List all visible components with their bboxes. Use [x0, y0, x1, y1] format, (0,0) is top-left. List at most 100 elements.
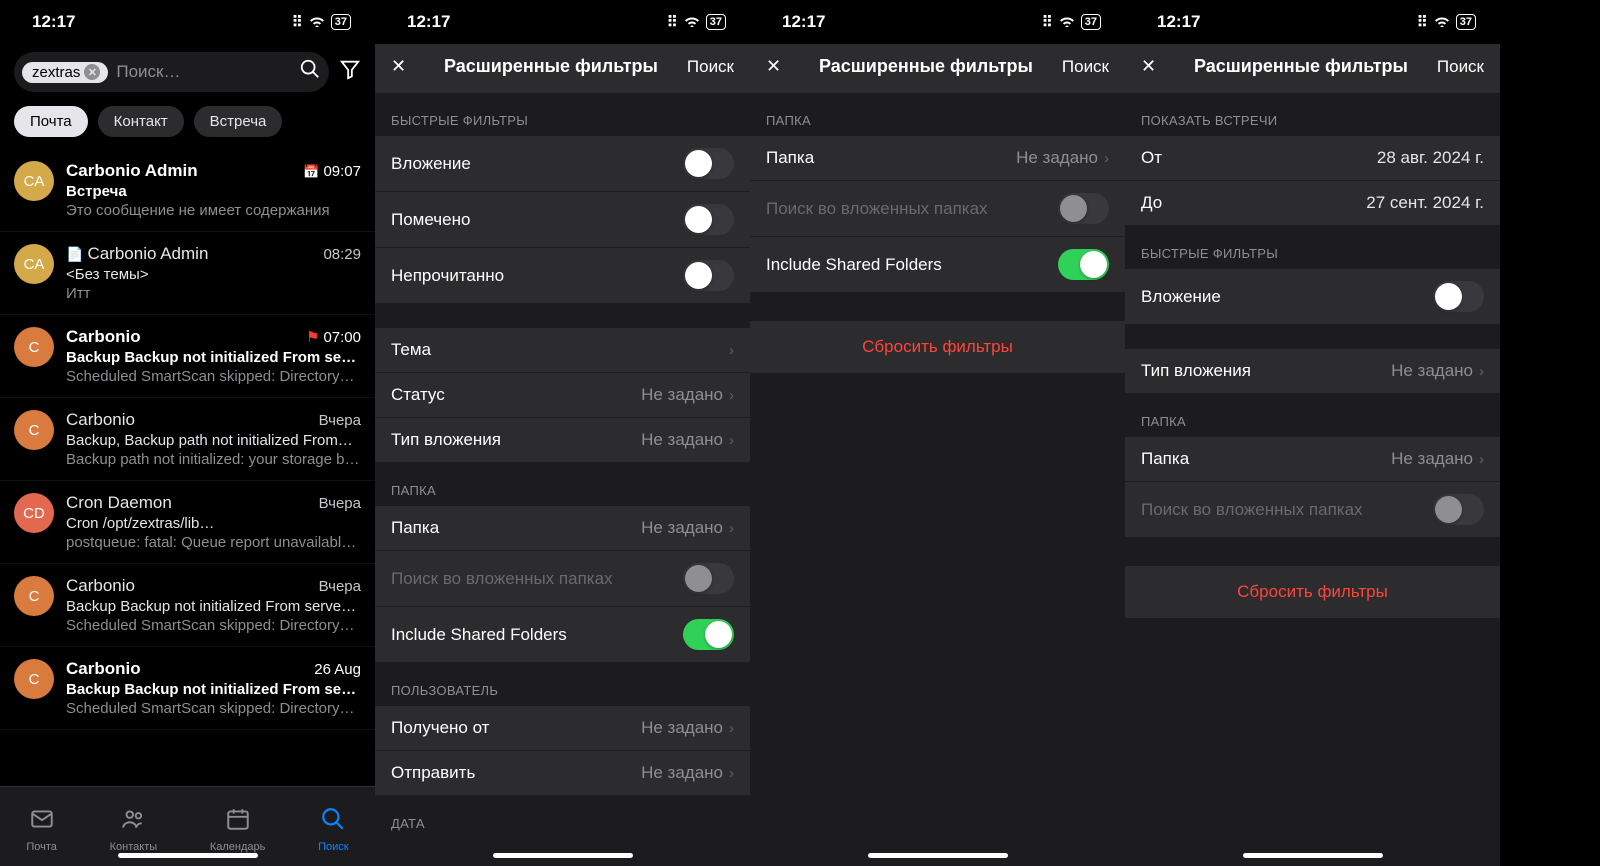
search-action[interactable]: Поиск — [1062, 57, 1109, 77]
message-from: 📄Carbonio Admin — [66, 244, 208, 264]
toggle-attachment[interactable] — [683, 148, 734, 179]
attachment-icon: 📄 — [66, 246, 83, 262]
category-meeting[interactable]: Встреча — [194, 106, 283, 137]
message-item[interactable]: CCarbonioВчераBackup Backup not initiali… — [0, 564, 375, 647]
toggle-nested — [1433, 494, 1484, 525]
row-date-to[interactable]: До27 сент. 2024 г. — [1125, 181, 1500, 226]
tab-mail[interactable]: Почта — [26, 806, 57, 853]
message-preview: postqueue: fatal: Queue report unavailab… — [66, 534, 361, 551]
search-placeholder: Поиск… — [116, 62, 291, 82]
reset-filters[interactable]: Сбросить фильтры — [750, 321, 1125, 373]
message-item[interactable]: CA📄Carbonio Admin08:29<Без темы>Итт — [0, 232, 375, 315]
avatar: C — [14, 576, 54, 616]
tab-search[interactable]: Поиск — [318, 806, 348, 853]
avatar: CD — [14, 493, 54, 533]
row-attach-type[interactable]: Тип вложенияНе задано› — [1125, 349, 1500, 394]
status-time: 12:17 — [1157, 12, 1200, 32]
signal-icon: ⠿ — [292, 13, 303, 31]
tab-calendar[interactable]: Календарь — [210, 806, 266, 853]
row-search-nested: Поиск во вложенных папках — [375, 551, 750, 607]
search-chip[interactable]: zextras ✕ — [22, 62, 108, 83]
toggle-nested — [683, 563, 734, 594]
row-search-nested: Поиск во вложенных папках — [750, 181, 1125, 237]
row-subject[interactable]: Тема› — [375, 328, 750, 373]
avatar: C — [14, 659, 54, 699]
quick-filters-header: БЫСТРЫЕ ФИЛЬТРЫ — [375, 93, 750, 136]
category-contact[interactable]: Контакт — [98, 106, 184, 137]
row-attachment[interactable]: Вложение — [1125, 269, 1500, 325]
message-preview: Scheduled SmartScan skipped: Directory… — [66, 617, 361, 634]
toggle-shared[interactable] — [1058, 249, 1109, 280]
row-flagged[interactable]: Помечено — [375, 192, 750, 248]
avatar: CA — [14, 161, 54, 201]
home-indicator[interactable] — [868, 853, 1008, 858]
toggle-attachment[interactable] — [1433, 281, 1484, 312]
message-subject: Встреча — [66, 183, 361, 200]
search-bar: zextras ✕ Поиск… — [0, 44, 375, 100]
filters-title: Расширенные фильтры — [819, 56, 1033, 77]
toggle-unread[interactable] — [683, 260, 734, 291]
wifi-icon — [309, 14, 325, 31]
status-time: 12:17 — [407, 12, 450, 32]
toggle-shared[interactable] — [683, 619, 734, 650]
chip-clear-icon[interactable]: ✕ — [84, 64, 100, 80]
message-subject: Cron /opt/zextras/lib… — [66, 515, 361, 532]
filters-title: Расширенные фильтры — [444, 56, 658, 77]
message-preview: Backup path not initialized: your storag… — [66, 451, 361, 468]
message-item[interactable]: CD Cron Daemon Вчера Cron /opt/zextras/lib…… — [0, 481, 375, 564]
row-status[interactable]: СтатусНе задано› — [375, 373, 750, 418]
folder-header: ПАПКА — [750, 93, 1125, 136]
filters-header: ✕ Расширенные фильтры Поиск — [1125, 44, 1500, 93]
message-item[interactable]: CCarbonio⚑07:00Backup Backup not initial… — [0, 315, 375, 398]
message-item[interactable]: CACarbonio Admin📅09:07ВстречаЭто сообщен… — [0, 149, 375, 232]
close-icon[interactable]: ✕ — [391, 56, 415, 77]
row-folder[interactable]: ПапкаНе задано› — [750, 136, 1125, 181]
category-mail[interactable]: Почта — [14, 106, 88, 137]
home-indicator[interactable] — [1243, 853, 1383, 858]
message-subject: Backup, Backup path not initialized From… — [66, 432, 361, 449]
row-include-shared[interactable]: Include Shared Folders — [750, 237, 1125, 293]
row-folder[interactable]: ПапкаНе задано› — [1125, 437, 1500, 482]
search-action[interactable]: Поиск — [1437, 57, 1484, 77]
row-received-from[interactable]: Получено отНе задано› — [375, 706, 750, 751]
search-tab-icon — [320, 806, 346, 839]
message-time: Вчера — [319, 412, 361, 429]
search-icon[interactable] — [299, 58, 321, 86]
toggle-flagged[interactable] — [683, 204, 734, 235]
message-item[interactable]: CCarbonio26 AugBackup Backup not initial… — [0, 647, 375, 730]
status-bar: 12:17 ⠿ 37 — [0, 0, 375, 44]
message-item[interactable]: CCarbonioВчераBackup, Backup path not in… — [0, 398, 375, 481]
category-row: Почта Контакт Встреча — [0, 100, 375, 149]
row-attachment[interactable]: Вложение — [375, 136, 750, 192]
filter-icon[interactable] — [339, 58, 361, 86]
home-indicator[interactable] — [493, 853, 633, 858]
home-indicator[interactable] — [118, 853, 258, 858]
signal-icon: ⠿ — [1042, 13, 1053, 31]
row-unread[interactable]: Непрочитанно — [375, 248, 750, 304]
row-send[interactable]: ОтправитьНе задано› — [375, 751, 750, 796]
row-attach-type[interactable]: Тип вложенияНе задано› — [375, 418, 750, 463]
chevron-icon: › — [729, 720, 734, 737]
flag-icon: ⚑ — [306, 329, 319, 346]
screen-search-results: 12:17 ⠿ 37 zextras ✕ Поиск… Почта Контак… — [0, 0, 375, 866]
search-input[interactable]: zextras ✕ Поиск… — [14, 52, 329, 92]
row-include-shared[interactable]: Include Shared Folders — [375, 607, 750, 663]
close-icon[interactable]: ✕ — [1141, 56, 1165, 77]
wifi-icon — [684, 14, 700, 31]
battery-icon: 37 — [706, 14, 726, 30]
message-time: ⚑07:00 — [306, 328, 361, 346]
chevron-icon: › — [1479, 363, 1484, 380]
reset-filters[interactable]: Сбросить фильтры — [1125, 566, 1500, 618]
status-icons: ⠿ 37 — [292, 13, 351, 31]
message-from: Carbonio — [66, 327, 141, 347]
folder-header: ПАПКА — [375, 463, 750, 506]
row-folder[interactable]: ПапкаНе задано› — [375, 506, 750, 551]
close-icon[interactable]: ✕ — [766, 56, 790, 77]
search-action[interactable]: Поиск — [687, 57, 734, 77]
status-time: 12:17 — [32, 12, 75, 32]
tab-contacts[interactable]: Контакты — [110, 806, 158, 853]
message-from: Carbonio Admin — [66, 161, 198, 181]
message-time: Вчера — [319, 495, 361, 512]
row-date-from[interactable]: От28 авг. 2024 г. — [1125, 136, 1500, 181]
message-from: Cron Daemon — [66, 493, 172, 513]
